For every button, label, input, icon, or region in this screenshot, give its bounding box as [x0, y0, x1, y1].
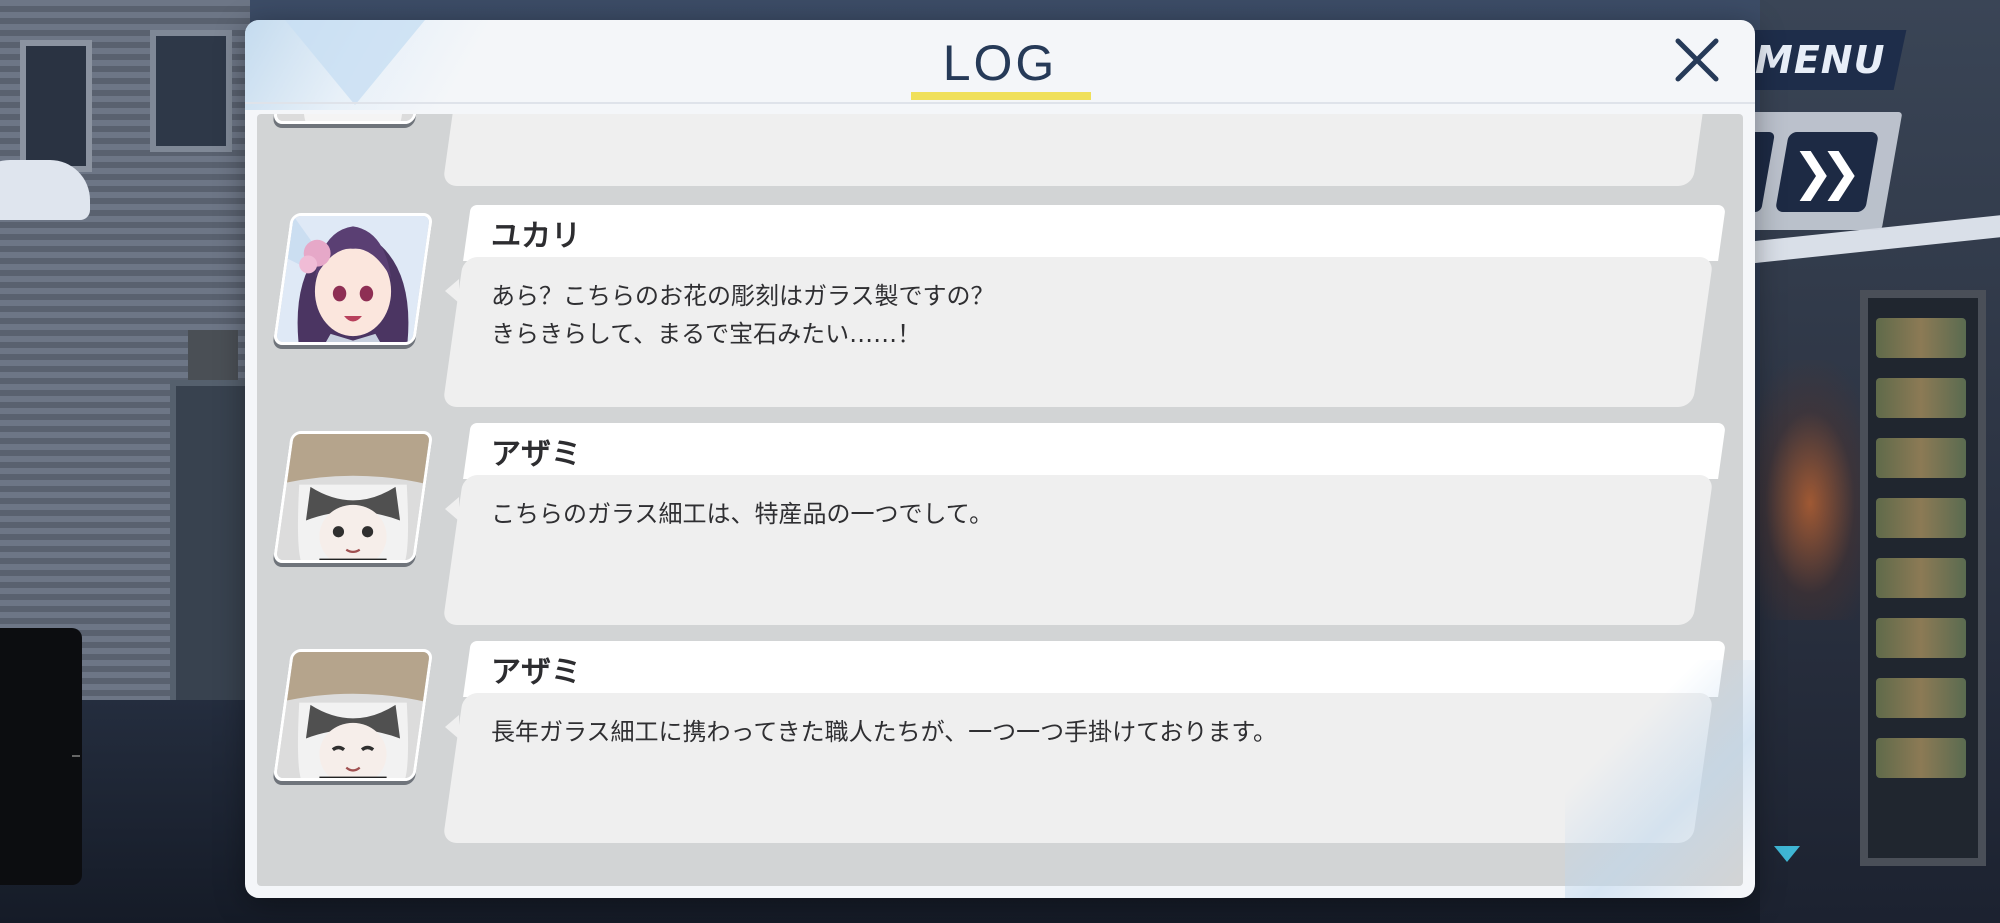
food-picture [1876, 438, 1966, 478]
food-picture [1876, 678, 1966, 718]
side-panel [0, 628, 82, 885]
log-entry [257, 114, 1743, 192]
menu-label: MENU [1754, 38, 1886, 82]
yukari-portrait [272, 213, 434, 345]
log-entry[interactable]: ユカリ あら？こちらのお花の彫刻はガラス製ですの？ きらきらして、まるで宝石みた… [257, 205, 1743, 413]
message-box [442, 114, 1714, 186]
fast-forward-icon: ❯❯ [1792, 143, 1848, 201]
fast-forward-button[interactable]: ❯❯ [1774, 132, 1880, 212]
speaker-name: アザミ [491, 655, 581, 690]
lantern-glow [1740, 360, 1880, 620]
message-text: あら？こちらのお花の彫刻はガラス製ですの？ きらきらして、まるで宝石みたい……！ [491, 282, 995, 348]
food-picture [1876, 318, 1966, 358]
log-dialog: LOG ユカリ あら？こちらのお花の彫刻はガラス製ですの？ きらきらして、まるで… [245, 20, 1755, 898]
azami-portrait [272, 114, 434, 124]
food-picture [1876, 558, 1966, 598]
side-panel-handle[interactable] [72, 755, 80, 757]
food-picture [1876, 618, 1966, 658]
scroll-down-icon[interactable] [1774, 846, 1800, 862]
window [150, 30, 232, 152]
log-title: LOG [942, 35, 1058, 91]
speaker-name-bar [463, 205, 1726, 261]
food-picture [1876, 498, 1966, 538]
message-text: こちらのガラス細工は、特産品の一つでして。 [491, 500, 994, 528]
speaker-name: ユカリ [491, 219, 581, 254]
azami-portrait [272, 431, 434, 563]
title-underline [911, 92, 1091, 100]
speaker-name-bar [463, 423, 1726, 479]
log-header: LOG [245, 20, 1755, 104]
close-icon [1675, 38, 1719, 82]
message-tail [445, 279, 459, 303]
speaker-name-bar [463, 641, 1726, 697]
food-picture [1876, 378, 1966, 418]
speaker-name: アザミ [491, 437, 581, 472]
menu-board [1860, 290, 1986, 866]
message-tail [445, 497, 459, 521]
message-tail [445, 715, 459, 739]
message-text: 長年ガラス細工に携わってきた職人たちが、一つ一つ手掛けております。 [491, 718, 1277, 746]
azami-portrait [272, 649, 434, 781]
window [20, 40, 92, 172]
food-picture [1876, 738, 1966, 778]
log-list[interactable]: ユカリ あら？こちらのお花の彫刻はガラス製ですの？ きらきらして、まるで宝石みた… [257, 114, 1743, 886]
menu-button[interactable]: MENU [1733, 30, 1907, 90]
log-entry[interactable]: アザミ 長年ガラス細工に携わってきた職人たちが、一つ一つ手掛けております。 [257, 641, 1743, 849]
close-button[interactable] [1669, 32, 1725, 88]
log-entry[interactable]: アザミ こちらのガラス細工は、特産品の一つでして。 [257, 423, 1743, 631]
